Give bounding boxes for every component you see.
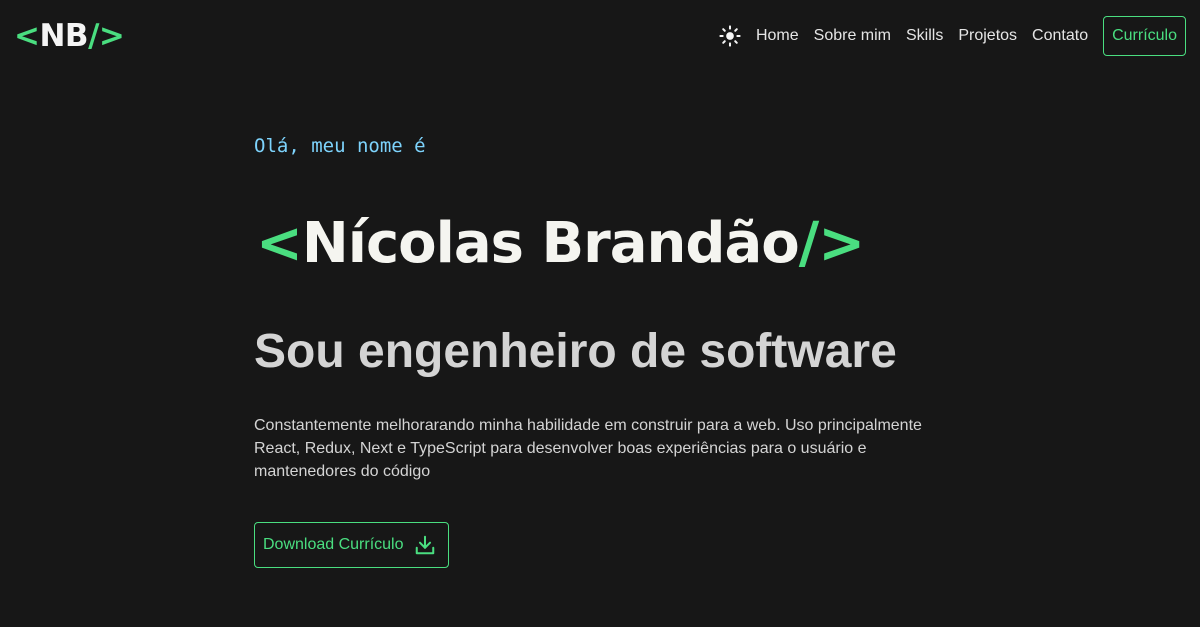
- name-open-bracket: <: [256, 211, 303, 276]
- download-button-label: Download Currículo: [263, 536, 404, 553]
- site-header: < NB /> Home Sobre mim Skills Projetos C…: [0, 0, 1200, 72]
- hero-name: <Nícolas Brandão/>: [256, 211, 865, 276]
- logo-open-bracket: <: [14, 17, 40, 54]
- logo-close-bracket: />: [88, 17, 125, 54]
- name-text: Nícolas Brandão: [301, 211, 800, 276]
- nav-sobre-mim[interactable]: Sobre mim: [814, 27, 891, 45]
- greeting: Olá, meu nome é: [254, 135, 426, 157]
- nav-contato[interactable]: Contato: [1032, 27, 1088, 45]
- hero-role: Sou engenheiro de software: [254, 325, 897, 378]
- hero-description: Constantemente melhorarando minha habili…: [254, 417, 922, 480]
- logo-initials: NB: [39, 17, 89, 54]
- page: < NB /> Home Sobre mim Skills Projetos C…: [0, 0, 1200, 627]
- curriculo-button[interactable]: Currículo: [1103, 16, 1186, 56]
- download-icon: [414, 534, 436, 556]
- nav-skills[interactable]: Skills: [906, 27, 943, 45]
- name-close-bracket: />: [798, 211, 865, 276]
- nav-projetos[interactable]: Projetos: [958, 27, 1017, 45]
- nav-home[interactable]: Home: [756, 27, 799, 45]
- main-nav: Home Sobre mim Skills Projetos Contato C…: [718, 16, 1186, 56]
- download-curriculo-button[interactable]: Download Currículo: [254, 522, 449, 568]
- sun-icon[interactable]: [718, 24, 742, 48]
- logo[interactable]: < NB />: [14, 17, 125, 54]
